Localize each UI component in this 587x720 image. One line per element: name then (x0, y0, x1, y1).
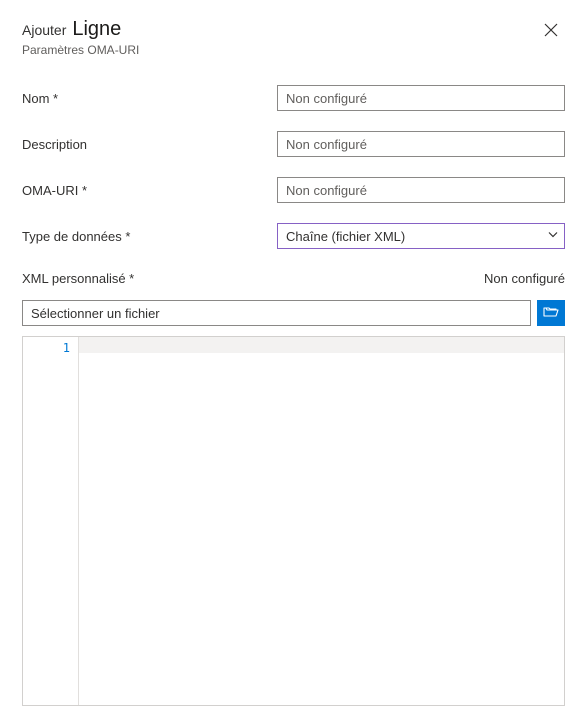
close-button[interactable] (537, 18, 565, 46)
description-input[interactable] (277, 131, 565, 157)
name-label: Nom * (22, 91, 277, 106)
folder-open-icon (543, 305, 559, 322)
datatype-label: Type de données * (22, 229, 277, 244)
editor-active-line (79, 337, 564, 353)
file-browse-button[interactable] (537, 300, 565, 326)
editor-content[interactable] (79, 337, 564, 705)
editor-gutter: 1 (23, 337, 79, 705)
xml-section-status: Non configuré (484, 271, 565, 286)
datatype-select[interactable]: Chaîne (fichier XML) (277, 223, 565, 249)
line-number: 1 (27, 341, 70, 355)
omauri-label: OMA-URI * (22, 183, 277, 198)
xml-editor[interactable]: 1 (22, 336, 565, 706)
datatype-selected-value: Chaîne (fichier XML) (286, 229, 405, 244)
title-main: Ligne (72, 18, 121, 41)
dialog-title-block: Ajouter Ligne Paramètres OMA-URI (22, 18, 139, 57)
close-icon (544, 23, 558, 42)
description-label: Description (22, 137, 277, 152)
subtitle: Paramètres OMA-URI (22, 43, 139, 57)
name-input[interactable] (277, 85, 565, 111)
omauri-input[interactable] (277, 177, 565, 203)
file-select-input[interactable] (22, 300, 531, 326)
title-prefix: Ajouter (22, 22, 66, 38)
xml-section-label: XML personnalisé * (22, 271, 134, 286)
